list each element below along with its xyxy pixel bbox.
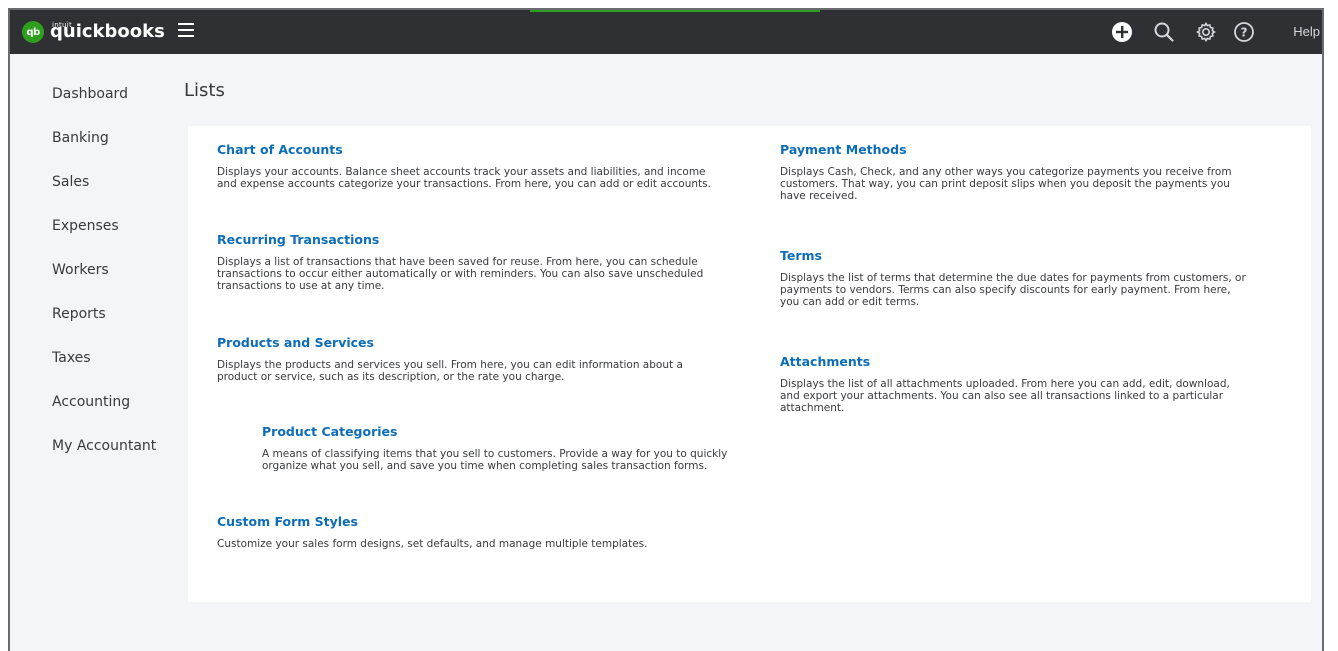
desc-line: attachment.	[780, 402, 845, 414]
sidebar-item-taxes[interactable]: Taxes	[52, 350, 91, 366]
sidebar-item-dashboard[interactable]: Dashboard	[52, 86, 128, 102]
desc-line: Displays the products and services you s…	[217, 359, 683, 371]
list-item-attachments: Attachments Displays the list of all att…	[780, 353, 1230, 414]
desc-line: Displays Cash, Check, and any other ways…	[780, 166, 1232, 178]
custom-form-styles-description: Customize your sales form designs, set d…	[217, 538, 648, 550]
recurring-transactions-link[interactable]: Recurring Transactions	[217, 232, 379, 247]
desc-line: payments to vendors. Terms can also spec…	[780, 284, 1231, 296]
desc-line: Displays the list of terms that determin…	[780, 272, 1246, 284]
desc-line: organize what you sell, and save you tim…	[262, 460, 708, 472]
attachments-description: Displays the list of all attachments upl…	[780, 378, 1230, 414]
add-icon[interactable]	[1110, 20, 1134, 44]
sidebar-item-banking[interactable]: Banking	[52, 130, 109, 146]
menu-icon[interactable]	[178, 23, 194, 37]
desc-line: customers. That way, you can print depos…	[780, 178, 1230, 190]
desc-line: transactions to occur either automatical…	[217, 268, 704, 280]
desc-line: you can add or edit terms.	[780, 296, 920, 308]
desc-line: Displays your accounts. Balance sheet ac…	[217, 166, 706, 178]
qb-badge-icon: qb	[22, 21, 44, 43]
list-item-terms: Terms Displays the list of terms that de…	[780, 247, 1246, 308]
sidebar-item-sales[interactable]: Sales	[52, 174, 89, 190]
terms-description: Displays the list of terms that determin…	[780, 272, 1246, 308]
list-item-chart-of-accounts: Chart of Accounts Displays your accounts…	[217, 141, 711, 190]
page-title: Lists	[184, 80, 225, 101]
products-and-services-description: Displays the products and services you s…	[217, 359, 683, 383]
recurring-transactions-description: Displays a list of transactions that hav…	[217, 256, 703, 292]
desc-line: have received.	[780, 190, 858, 202]
app-window: qb intuit quickbooks ? Help Dashboard Ba…	[8, 8, 1324, 651]
list-item-custom-form-styles: Custom Form Styles Customize your sales …	[217, 513, 648, 550]
gear-icon[interactable]	[1194, 20, 1218, 44]
desc-line: and expense accounts categorize your tra…	[217, 178, 711, 190]
desc-line: Customize your sales form designs, set d…	[217, 538, 648, 550]
chart-of-accounts-link[interactable]: Chart of Accounts	[217, 142, 343, 157]
desc-line: A means of classifying items that you se…	[262, 448, 728, 460]
attachments-link[interactable]: Attachments	[780, 354, 870, 369]
desc-line: Displays the list of all attachments upl…	[780, 378, 1230, 390]
brand-name: intuit quickbooks	[50, 21, 165, 42]
payment-methods-description: Displays Cash, Check, and any other ways…	[780, 166, 1232, 202]
quickbooks-logo[interactable]: qb intuit quickbooks	[22, 20, 165, 44]
search-icon[interactable]	[1152, 20, 1176, 44]
sidebar-item-workers[interactable]: Workers	[52, 262, 109, 278]
chart-of-accounts-description: Displays your accounts. Balance sheet ac…	[217, 166, 711, 190]
product-categories-link[interactable]: Product Categories	[262, 424, 397, 439]
payment-methods-link[interactable]: Payment Methods	[780, 142, 907, 157]
top-bar-actions: ? Help	[1102, 10, 1322, 54]
sidebar-item-reports[interactable]: Reports	[52, 306, 106, 322]
help-link[interactable]: Help	[1293, 24, 1320, 39]
help-icon[interactable]: ?	[1232, 20, 1256, 44]
sidebar-item-accounting[interactable]: Accounting	[52, 394, 130, 410]
list-item-product-categories: Product Categories A means of classifyin…	[262, 423, 727, 472]
top-accent-line	[530, 10, 820, 12]
terms-link[interactable]: Terms	[780, 248, 822, 263]
top-bar: qb intuit quickbooks ? Help	[10, 10, 1322, 54]
desc-line: transactions to use at any time.	[217, 280, 385, 292]
custom-form-styles-link[interactable]: Custom Form Styles	[217, 514, 358, 529]
lists-card: Chart of Accounts Displays your accounts…	[188, 126, 1311, 602]
desc-line: Displays a list of transactions that hav…	[217, 256, 698, 268]
product-categories-description: A means of classifying items that you se…	[262, 448, 727, 472]
brand-superscript: intuit	[52, 21, 73, 29]
list-item-recurring-transactions: Recurring Transactions Displays a list o…	[217, 231, 703, 292]
badge-text: qb	[26, 26, 40, 38]
svg-text:?: ?	[1241, 26, 1248, 40]
sidebar: Dashboard Banking Sales Expenses Workers…	[10, 54, 180, 651]
list-item-payment-methods: Payment Methods Displays Cash, Check, an…	[780, 141, 1232, 202]
sidebar-item-expenses[interactable]: Expenses	[52, 218, 119, 234]
products-and-services-link[interactable]: Products and Services	[217, 335, 374, 350]
list-item-products-and-services: Products and Services Displays the produ…	[217, 334, 683, 383]
desc-line: product or service, such as its descript…	[217, 371, 565, 383]
desc-line: and export your attachments. You can als…	[780, 390, 1224, 402]
sidebar-item-my-accountant[interactable]: My Accountant	[52, 438, 156, 454]
